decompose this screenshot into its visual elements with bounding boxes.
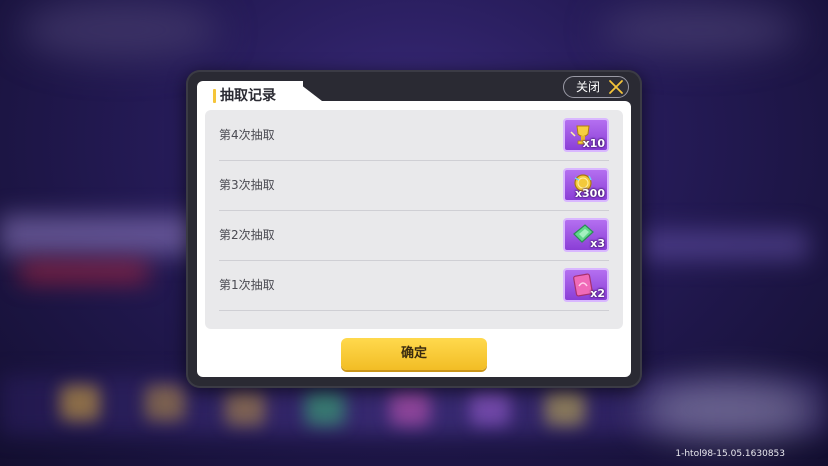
reward-tile[interactable]: x3 xyxy=(563,218,609,252)
reward-tile[interactable]: x300 xyxy=(563,168,609,202)
reward-quantity: x10 xyxy=(582,137,605,150)
title-accent-bar xyxy=(213,89,216,103)
close-icon xyxy=(609,80,623,94)
reward-quantity: x2 xyxy=(590,287,605,300)
list-item: 第4次抽取 x10 xyxy=(219,110,609,161)
dialog-tab-slant xyxy=(296,81,322,101)
close-label: 关闭 xyxy=(576,80,601,94)
list-item: 第1次抽取 x2 xyxy=(219,260,609,311)
list-item: 第2次抽取 x3 xyxy=(219,210,609,261)
record-label: 第4次抽取 xyxy=(219,128,275,142)
record-label: 第1次抽取 xyxy=(219,278,275,292)
confirm-label: 确定 xyxy=(400,346,427,361)
reward-tile[interactable]: x2 xyxy=(563,268,609,302)
build-id: 1-htol98-15.05.1630853 xyxy=(675,449,785,459)
reward-tile[interactable]: x10 xyxy=(563,118,609,152)
reward-quantity: x300 xyxy=(574,187,605,200)
record-label: 第3次抽取 xyxy=(219,178,275,192)
record-label: 第2次抽取 xyxy=(219,228,275,242)
confirm-button[interactable]: 确定 xyxy=(341,338,487,370)
reward-quantity: x3 xyxy=(590,237,605,250)
dialog-title: 抽取记录 xyxy=(220,88,276,104)
record-list: 第4次抽取 x10 第3次抽取 x300 第2次抽取 x3 第1次抽取 x2 xyxy=(205,110,623,329)
list-item: 第3次抽取 x300 xyxy=(219,160,609,211)
close-button[interactable]: 关闭 xyxy=(563,76,629,98)
